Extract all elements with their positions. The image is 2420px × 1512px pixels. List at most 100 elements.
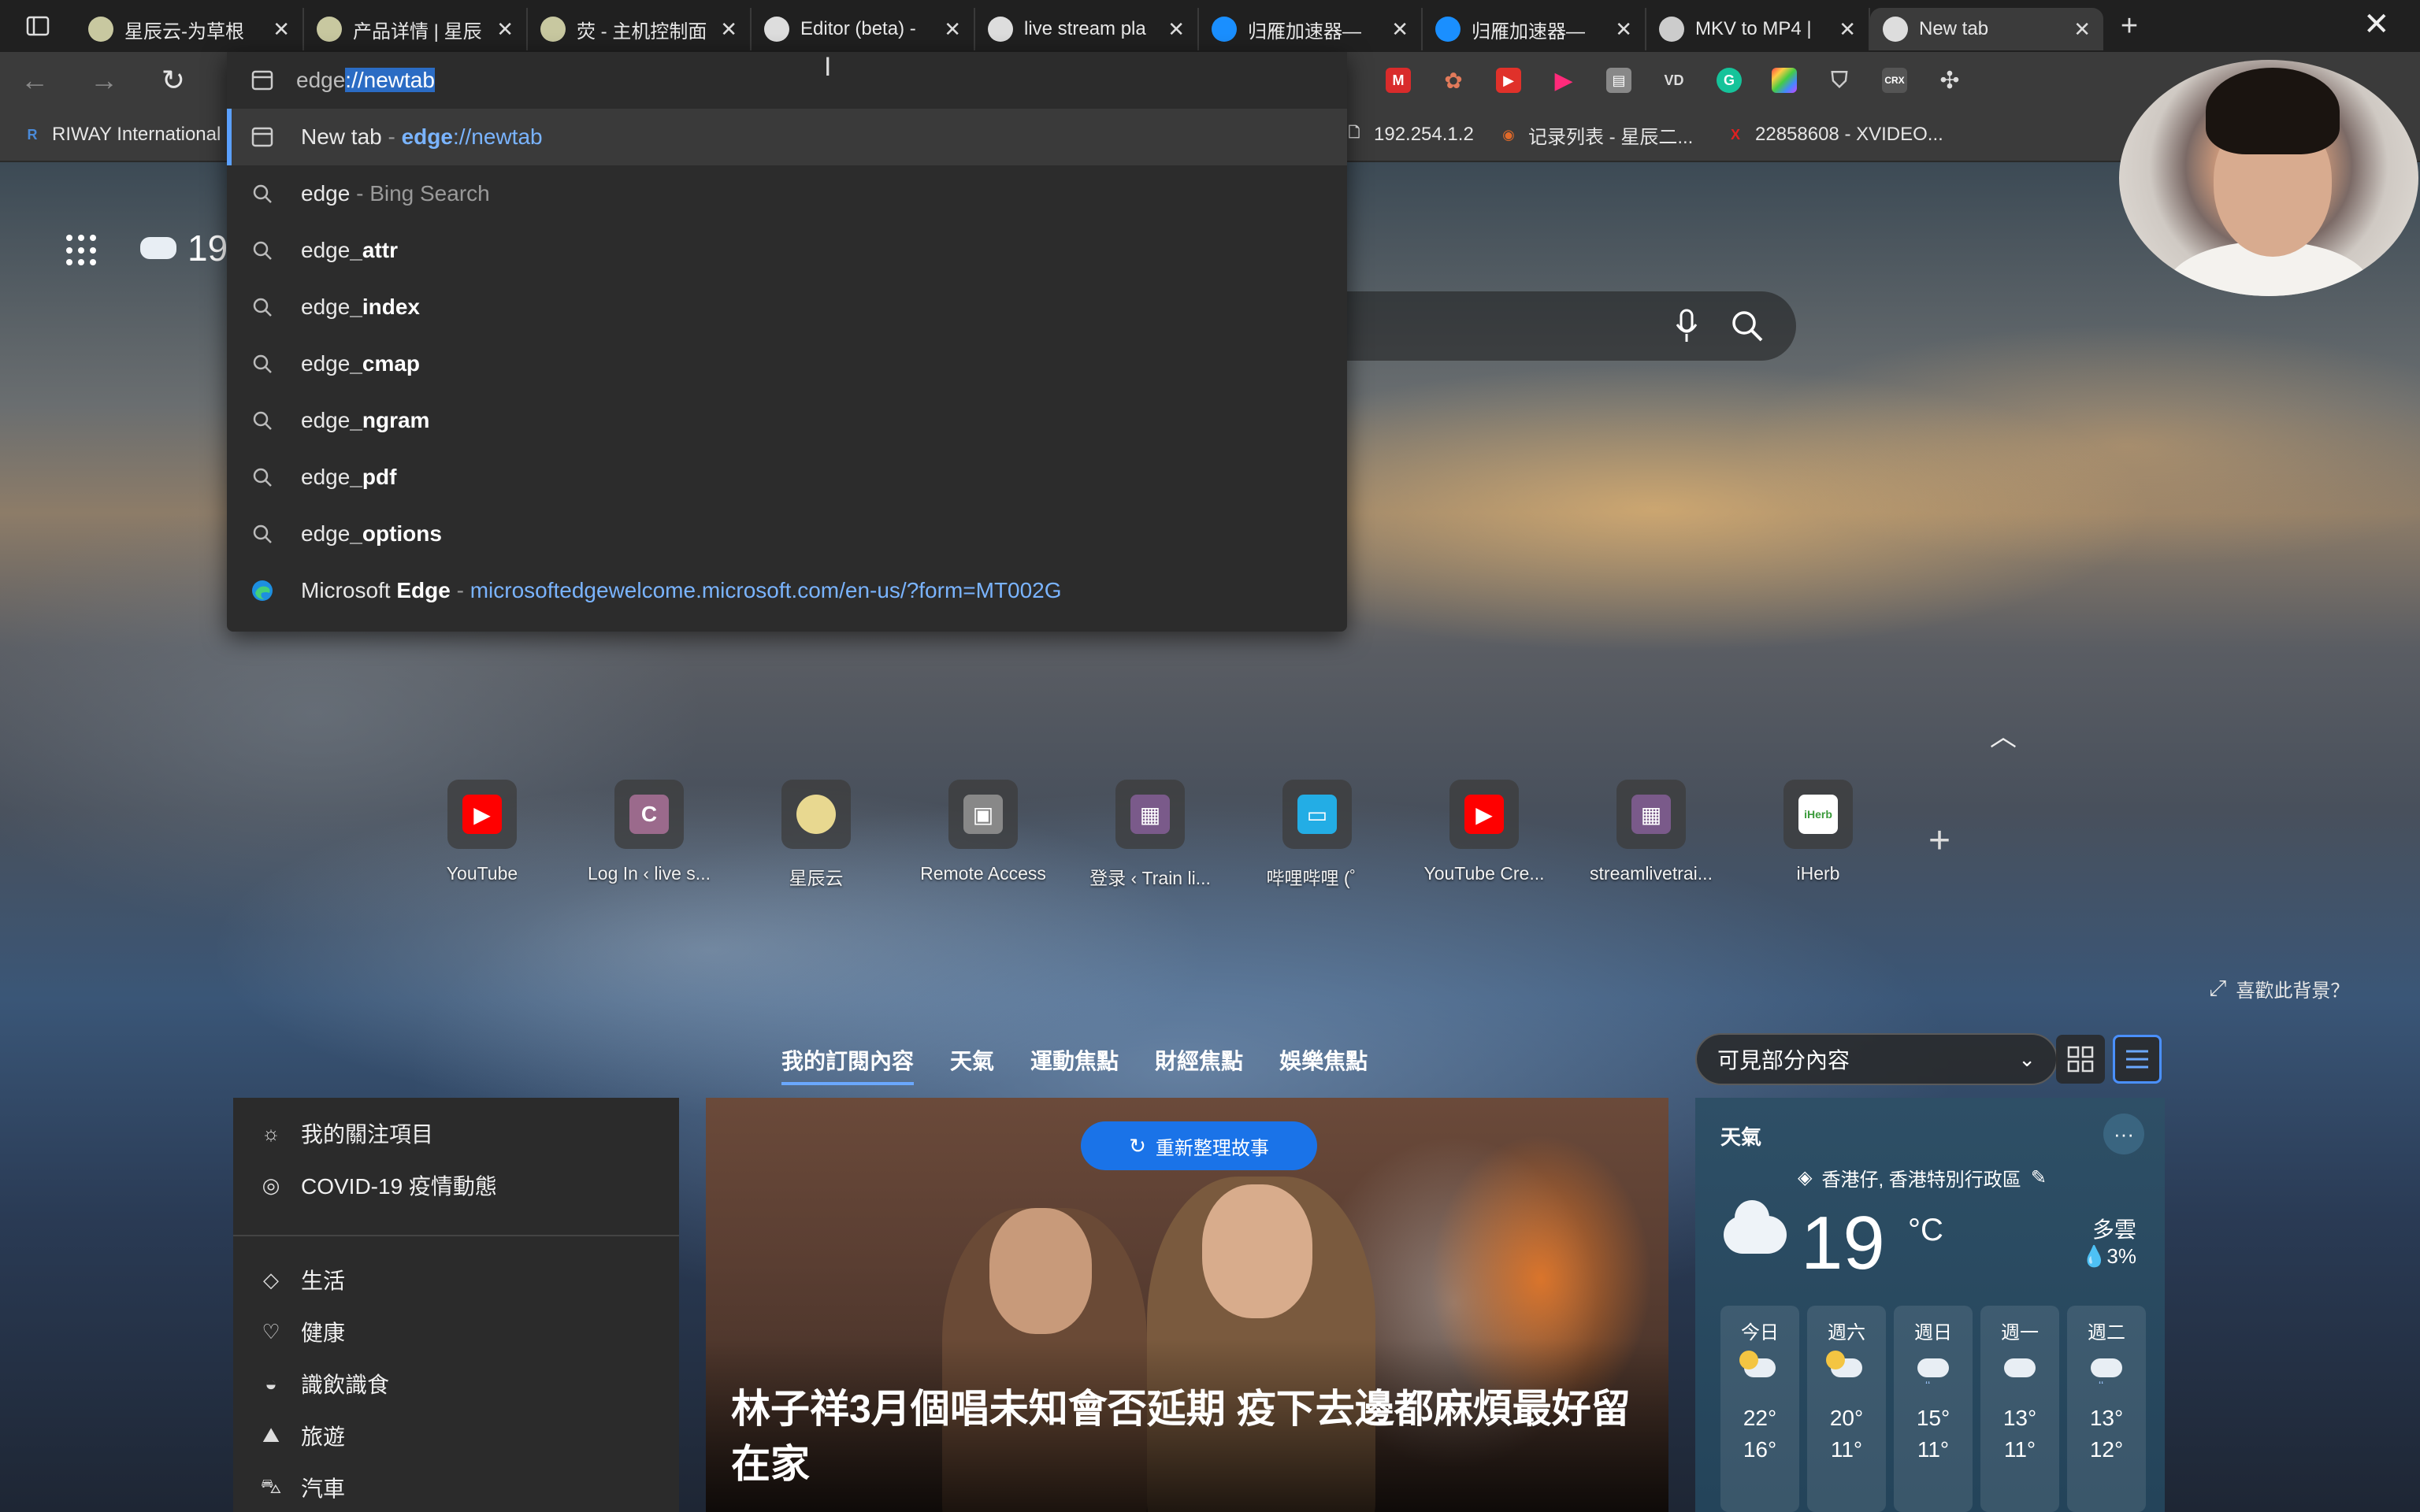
extension-shield-icon[interactable]: ⛉ bbox=[1812, 52, 1867, 109]
menu-item-autos[interactable]: ⛍ 汽車 bbox=[233, 1462, 679, 1512]
suggestion-6[interactable]: edge_pdf bbox=[227, 449, 1347, 506]
suggestion-1[interactable]: edge - Bing Search bbox=[227, 165, 1347, 222]
suggestion-7[interactable]: edge_options bbox=[227, 506, 1347, 562]
forecast-day-0[interactable]: 今日 22° 16° bbox=[1720, 1306, 1799, 1512]
extension-vd-icon[interactable]: VD bbox=[1646, 52, 1702, 109]
quick-link-3[interactable]: ▣ Remote Access bbox=[900, 780, 1067, 890]
list-view-button[interactable] bbox=[2113, 1035, 2162, 1084]
menu-item-food[interactable]: ◒ 識飲識食 bbox=[233, 1358, 679, 1410]
weather-mini[interactable]: 19 bbox=[140, 227, 228, 269]
suggestion-3[interactable]: edge_index bbox=[227, 279, 1347, 335]
search-icon[interactable] bbox=[1730, 309, 1765, 343]
rain-icon: ʻʻ bbox=[1917, 1358, 1949, 1392]
forecast-day-4[interactable]: 週二 ʻʻ 13° 12° bbox=[2067, 1306, 2146, 1512]
feed-tab-2[interactable]: 運動焦點 bbox=[1030, 1044, 1119, 1085]
weather-card-title: 天氣 bbox=[1720, 1125, 1762, 1149]
web-search-box[interactable] bbox=[1339, 291, 1796, 361]
quick-link-8[interactable]: iHerb iHerb bbox=[1735, 780, 1902, 890]
collapse-chevron-icon[interactable]: ︿ bbox=[1990, 715, 2017, 754]
bookmark-xvideo[interactable]: X 22858608 - XVIDEO... bbox=[1725, 109, 1943, 161]
edit-icon[interactable]: ✎ bbox=[2031, 1166, 2047, 1189]
suggestion-prefix: edge bbox=[301, 295, 351, 319]
menu-item-following[interactable]: ☼ 我的關注項目 bbox=[233, 1107, 679, 1159]
tab-4[interactable]: live stream pla ✕ bbox=[975, 8, 1199, 50]
menu-item-travel[interactable]: ⛰ 旅遊 bbox=[233, 1410, 679, 1462]
forward-button[interactable]: → bbox=[69, 64, 139, 97]
extension-pink-play-icon[interactable]: ▶ bbox=[1536, 52, 1591, 109]
tab-2[interactable]: 荧 - 主机控制面 ✕ bbox=[528, 8, 752, 50]
forecast-day-2[interactable]: 週日 ʻʻ 15° 11° bbox=[1894, 1306, 1973, 1512]
tab-5[interactable]: 归雁加速器— ✕ bbox=[1199, 8, 1423, 50]
bookmark-riway[interactable]: R RIWAY International bbox=[22, 109, 221, 161]
tab-6[interactable]: 归雁加速器— ✕ bbox=[1423, 8, 1646, 50]
feed-tab-1[interactable]: 天氣 bbox=[950, 1044, 994, 1085]
bookmark-ip[interactable]: 🗋 192.254.1.2 bbox=[1344, 109, 1474, 161]
quick-link-7[interactable]: ▦ streamlivetrai... bbox=[1568, 780, 1735, 890]
more-options-button[interactable]: ··· bbox=[2103, 1114, 2144, 1154]
tab-close-icon[interactable]: ✕ bbox=[496, 17, 514, 42]
extension-crx-icon[interactable]: CRX bbox=[1867, 52, 1922, 109]
extension-mega-icon[interactable]: M bbox=[1371, 52, 1426, 109]
extension-grammarly-icon[interactable]: G bbox=[1702, 52, 1757, 109]
tab-title: 荧 - 主机控制面 bbox=[577, 20, 707, 43]
feed-tab-0[interactable]: 我的訂閱內容 bbox=[781, 1044, 915, 1085]
refresh-button[interactable]: ↻ bbox=[139, 64, 208, 97]
suggestion-5[interactable]: edge_ngram bbox=[227, 392, 1347, 449]
suggestion-4[interactable]: edge_cmap bbox=[227, 335, 1347, 392]
suggestion-edge-welcome[interactable]: Microsoft Edge - microsoftedgewelcome.mi… bbox=[227, 562, 1347, 619]
forecast-low: 11° bbox=[2003, 1437, 2036, 1462]
forecast-day-1[interactable]: 週六 20° 11° bbox=[1807, 1306, 1886, 1512]
tab-close-icon[interactable]: ✕ bbox=[1615, 17, 1632, 42]
newtab-icon bbox=[251, 125, 274, 149]
menu-item-covid[interactable]: ◎ COVID-19 疫情動態 bbox=[233, 1159, 679, 1211]
extensions-bar: M ✿ ▶ ▶ ▤ VD G ⛉ CRX ✣ bbox=[1371, 52, 1977, 109]
quick-link-5[interactable]: ▭ 哔哩哔哩 (゜ bbox=[1234, 780, 1401, 890]
menu-item-lifestyle[interactable]: ◇ 生活 bbox=[233, 1254, 679, 1306]
suggestion-prefix: edge bbox=[301, 465, 351, 489]
extension-cookie-icon[interactable]: ✿ bbox=[1426, 52, 1481, 109]
window-close-button[interactable]: ✕ bbox=[2363, 6, 2390, 43]
quick-link-2[interactable]: 星辰云 bbox=[733, 780, 900, 890]
tab-close-icon[interactable]: ✕ bbox=[1167, 17, 1185, 42]
content-visibility-select[interactable]: 可見部分內容 ⌄ bbox=[1695, 1033, 2058, 1085]
tab-close-icon[interactable]: ✕ bbox=[1839, 17, 1856, 42]
microphone-icon[interactable] bbox=[1675, 309, 1698, 343]
quick-link-1[interactable]: C Log In ‹ live s... bbox=[566, 780, 733, 890]
extension-colorgrid-icon[interactable] bbox=[1757, 52, 1812, 109]
apps-launcher-icon[interactable] bbox=[66, 235, 98, 266]
forecast-day-3[interactable]: 週一 13° 11° bbox=[1980, 1306, 2059, 1512]
tab-3[interactable]: Editor (beta) - ✕ bbox=[752, 8, 975, 50]
menu-item-health[interactable]: ♡ 健康 bbox=[233, 1306, 679, 1358]
quick-link-6[interactable]: ▶ YouTube Cre... bbox=[1401, 780, 1568, 890]
hero-story-title[interactable]: 林子祥3月個唱未知會否延期 疫下去邊都麻煩最好留在家 bbox=[731, 1381, 1645, 1492]
tab-close-icon[interactable]: ✕ bbox=[1391, 17, 1409, 42]
extensions-puzzle-icon[interactable]: ✣ bbox=[1922, 52, 1977, 109]
tab-actions-button[interactable] bbox=[0, 0, 76, 52]
tab-close-icon[interactable]: ✕ bbox=[944, 17, 961, 42]
tab-0[interactable]: 星辰云-为草根 ✕ bbox=[76, 8, 304, 50]
refresh-stories-button[interactable]: ↻ 重新整理故事 bbox=[1081, 1121, 1317, 1170]
tab-8[interactable]: New tab ✕ bbox=[1870, 8, 2103, 50]
quick-link-4[interactable]: ▦ 登录 ‹ Train li... bbox=[1067, 780, 1234, 890]
tab-1[interactable]: 产品详情 | 星辰 ✕ bbox=[304, 8, 528, 50]
like-background-link[interactable]: ⤢ 喜歡此背景？ bbox=[2209, 975, 2349, 1002]
back-button[interactable]: ← bbox=[0, 64, 69, 97]
weather-location[interactable]: ◈ 香港仔, 香港特別行政區 ✎ bbox=[1798, 1164, 2047, 1191]
quick-link-0[interactable]: ▶ YouTube bbox=[399, 780, 566, 890]
new-tab-button[interactable]: + bbox=[2103, 9, 2155, 43]
grid-view-button[interactable] bbox=[2056, 1035, 2105, 1084]
tab-close-icon[interactable]: ✕ bbox=[2073, 17, 2091, 42]
feed-tab-3[interactable]: 財經焦點 bbox=[1155, 1044, 1243, 1085]
tab-close-icon[interactable]: ✕ bbox=[273, 17, 290, 42]
weather-card[interactable]: 天氣 ··· ◈ 香港仔, 香港特別行政區 ✎ 19 °C 多雲 💧3% 今日 2… bbox=[1695, 1098, 2165, 1512]
extension-red-video-icon[interactable]: ▶ bbox=[1481, 52, 1536, 109]
address-bar-input[interactable]: edge://newtab bbox=[227, 52, 1347, 109]
bookmark-records[interactable]: ◉ 记录列表 - 星辰二... bbox=[1498, 109, 1693, 161]
add-quick-link-button[interactable]: + bbox=[1928, 819, 1950, 862]
feed-tab-4[interactable]: 娛樂焦點 bbox=[1279, 1044, 1368, 1085]
tab-close-icon[interactable]: ✕ bbox=[720, 17, 737, 42]
extension-printer-icon[interactable]: ▤ bbox=[1591, 52, 1646, 109]
suggestion-0[interactable]: New tab - edge://newtab bbox=[227, 109, 1347, 165]
suggestion-2[interactable]: edge_attr bbox=[227, 222, 1347, 279]
tab-7[interactable]: MKV to MP4 | ✕ bbox=[1646, 8, 1870, 50]
